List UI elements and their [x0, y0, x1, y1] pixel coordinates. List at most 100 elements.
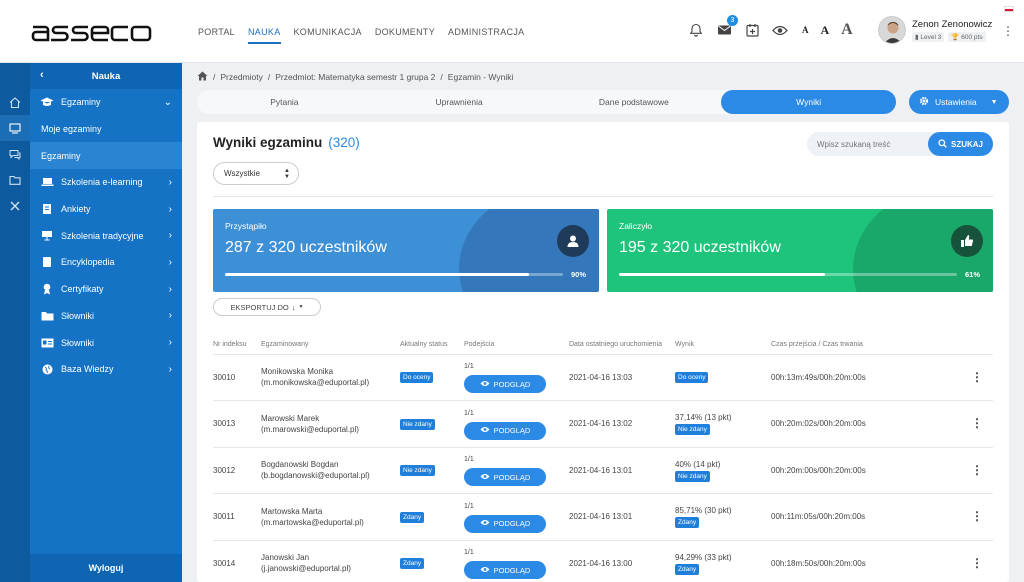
calendar-add-icon[interactable]	[742, 20, 762, 40]
stat-label: Zaliczyło	[619, 221, 653, 231]
sidebar-item-slowniki-2[interactable]: Słowniki ›	[30, 329, 182, 356]
page-title: Wyniki egzaminu (320)	[213, 135, 360, 150]
breadcrumb: / Przedmioty / Przedmiot: Matematyka sem…	[197, 71, 513, 83]
eye-icon	[480, 472, 490, 483]
sidebar-item-label: Szkolenia tradycyjne	[61, 230, 144, 241]
top-bar: PORTAL NAUKA KOMUNIKACJA DOKUMENTY ADMIN…	[0, 0, 1024, 63]
chevron-left-icon[interactable]: ‹	[40, 69, 44, 81]
result-cell: Do oceny	[675, 354, 771, 401]
learning-icon[interactable]	[0, 115, 30, 141]
tab-uprawnienia[interactable]: Uprawnienia	[372, 90, 547, 114]
title-text: Wyniki egzaminu	[213, 135, 323, 150]
bell-icon[interactable]	[686, 20, 706, 40]
preview-button[interactable]: PODGLĄD	[464, 468, 546, 487]
sidebar-header: ‹ Nauka	[30, 63, 182, 89]
examinee-name: Janowski Jan	[261, 553, 310, 563]
envelope-icon[interactable]: 3	[714, 15, 738, 40]
index-cell: 30011	[213, 493, 261, 541]
export-label: EKSPORTUJ DO	[230, 302, 289, 312]
eye-icon[interactable]	[770, 20, 790, 40]
status-filter-select[interactable]: Wszystkie ▲ ▼	[213, 162, 299, 185]
row-menu-icon[interactable]: ⋮	[961, 540, 993, 582]
font-size-medium[interactable]: A	[821, 23, 830, 38]
gear-icon	[919, 96, 929, 108]
top-navigation: PORTAL NAUKA KOMUNIKACJA DOKUMENTY ADMIN…	[198, 27, 537, 44]
examinee-name: Marowski Marek	[261, 413, 320, 423]
breadcrumb-przedmioty[interactable]: Przedmioty	[220, 72, 263, 82]
nav-administracja[interactable]: ADMINISTRACJA	[448, 27, 524, 44]
language-flag-icon[interactable]	[1004, 6, 1014, 12]
sidebar-item-moje-egzaminy[interactable]: Moje egzaminy	[30, 116, 182, 143]
column-header[interactable]: Nr indeksu	[213, 325, 261, 355]
attempts-count: 1/1	[464, 409, 474, 417]
nav-komunikacja[interactable]: KOMUNIKACJA	[294, 27, 362, 44]
nav-dokumenty[interactable]: DOKUMENTY	[375, 27, 435, 44]
sidebar-item-encyklopedia[interactable]: Encyklopedia ›	[30, 249, 182, 276]
preview-button[interactable]: PODGLĄD	[464, 421, 546, 440]
examinee-email: (m.martowska@eduportal.pl)	[261, 517, 364, 527]
examinee-cell: Martowska Marta (m.martowska@eduportal.pl…	[261, 493, 400, 541]
table-row: 30013 Marowski Marek (m.marowski@eduportal…	[213, 400, 993, 448]
table-header-row: Nr indeksu Egzaminowany Aktualny status …	[213, 325, 993, 355]
sidebar-item-egzaminy[interactable]: Egzaminy ⌄	[30, 89, 182, 116]
tab-dane-podstawowe[interactable]: Dane podstawowe	[547, 90, 722, 114]
nav-portal[interactable]: PORTAL	[198, 27, 235, 44]
attempts-cell: 1/1 PODGLĄD	[464, 540, 569, 582]
sidebar-item-szkolenia-elearning[interactable]: Szkolenia e-learning ›	[30, 169, 182, 196]
attempts-count: 1/1	[464, 363, 474, 371]
preview-button[interactable]: PODGLĄD	[464, 514, 546, 533]
examinee-cell: Bogdanowski Bogdan (b.bogdanowski@eduport…	[261, 447, 400, 494]
preview-button[interactable]: PODGLĄD	[464, 561, 546, 580]
examinee-cell: Monikowska Monika (m.monikowska@eduportal…	[261, 354, 400, 401]
avatar[interactable]	[878, 16, 906, 44]
folder-icon[interactable]	[0, 167, 30, 193]
sidebar-item-baza-wiedzy[interactable]: Baza Wiedzy ›	[30, 356, 182, 383]
sidebar-item-certyfikaty[interactable]: Certyfikaty ›	[30, 276, 182, 303]
nav-nauka[interactable]: NAUKA	[247, 27, 281, 44]
column-header[interactable]: Podejścia	[464, 325, 569, 355]
sidebar-item-slowniki-1[interactable]: Słowniki ›	[30, 303, 182, 330]
sidebar-item-ankiety[interactable]: Ankiety ›	[30, 196, 182, 223]
chat-icon[interactable]	[0, 141, 30, 167]
preview-label: PODGLĄD	[493, 519, 531, 529]
book-icon	[40, 256, 54, 268]
eye-icon	[480, 565, 490, 576]
sidebar-item-label: Szkolenia e-learning	[61, 177, 143, 188]
status-cell: Zdany	[400, 493, 464, 541]
font-size-small[interactable]: A	[802, 25, 809, 35]
row-menu-icon[interactable]: ⋮	[961, 354, 993, 401]
font-size-large[interactable]: A	[841, 21, 853, 39]
row-menu-icon[interactable]: ⋮	[961, 400, 993, 448]
tab-wyniki[interactable]: Wyniki	[721, 90, 896, 114]
logout-button[interactable]: Wyloguj	[30, 554, 182, 582]
search-button[interactable]: SZUKAJ	[928, 132, 993, 156]
asseco-logo[interactable]	[30, 18, 154, 46]
home-icon[interactable]	[0, 89, 30, 115]
row-menu-icon[interactable]: ⋮	[961, 493, 993, 541]
examinee-cell: Marowski Marek (m.marowski@eduportal.pl)	[261, 400, 400, 448]
more-options-icon[interactable]: ⋮	[1002, 24, 1014, 38]
date-cell: 2021-04-16 13:01	[569, 493, 675, 541]
date-cell: 2021-04-16 13:03	[569, 354, 675, 401]
sidebar-item-label: Egzaminy	[61, 97, 101, 108]
column-header[interactable]: Wynik	[675, 325, 771, 355]
home-icon[interactable]	[197, 71, 208, 83]
user-profile[interactable]: Zenon Zenonowicz ▮ Level 3 🏆 600 pts	[878, 16, 992, 44]
sidebar-item-egzaminy-list[interactable]: Egzaminy	[30, 142, 182, 170]
column-header[interactable]: Egzaminowany	[261, 325, 400, 355]
sidebar-item-szkolenia-tradycyjne[interactable]: Szkolenia tradycyjne ›	[30, 222, 182, 249]
settings-button[interactable]: Ustawienia ▼	[909, 90, 1009, 114]
messages-badge: 3	[727, 15, 738, 26]
search-input[interactable]	[817, 137, 917, 151]
certificate-icon	[40, 283, 54, 295]
preview-button[interactable]: PODGLĄD	[464, 375, 546, 394]
column-header[interactable]: Data ostatniego uruchomienia	[569, 325, 675, 355]
row-menu-icon[interactable]: ⋮	[961, 447, 993, 494]
export-button[interactable]: EKSPORTUJ DO ↓ ▼	[213, 298, 321, 316]
tab-pytania[interactable]: Pytania	[197, 90, 372, 114]
breadcrumb-przedmiot[interactable]: Przedmiot: Matematyka semestr 1 grupa 2	[275, 72, 435, 82]
chevron-right-icon: ›	[168, 283, 172, 295]
column-header[interactable]: Aktualny status	[400, 325, 464, 355]
tools-icon[interactable]	[0, 193, 30, 219]
column-header[interactable]: Czas przejścia / Czas trwania	[771, 325, 961, 355]
